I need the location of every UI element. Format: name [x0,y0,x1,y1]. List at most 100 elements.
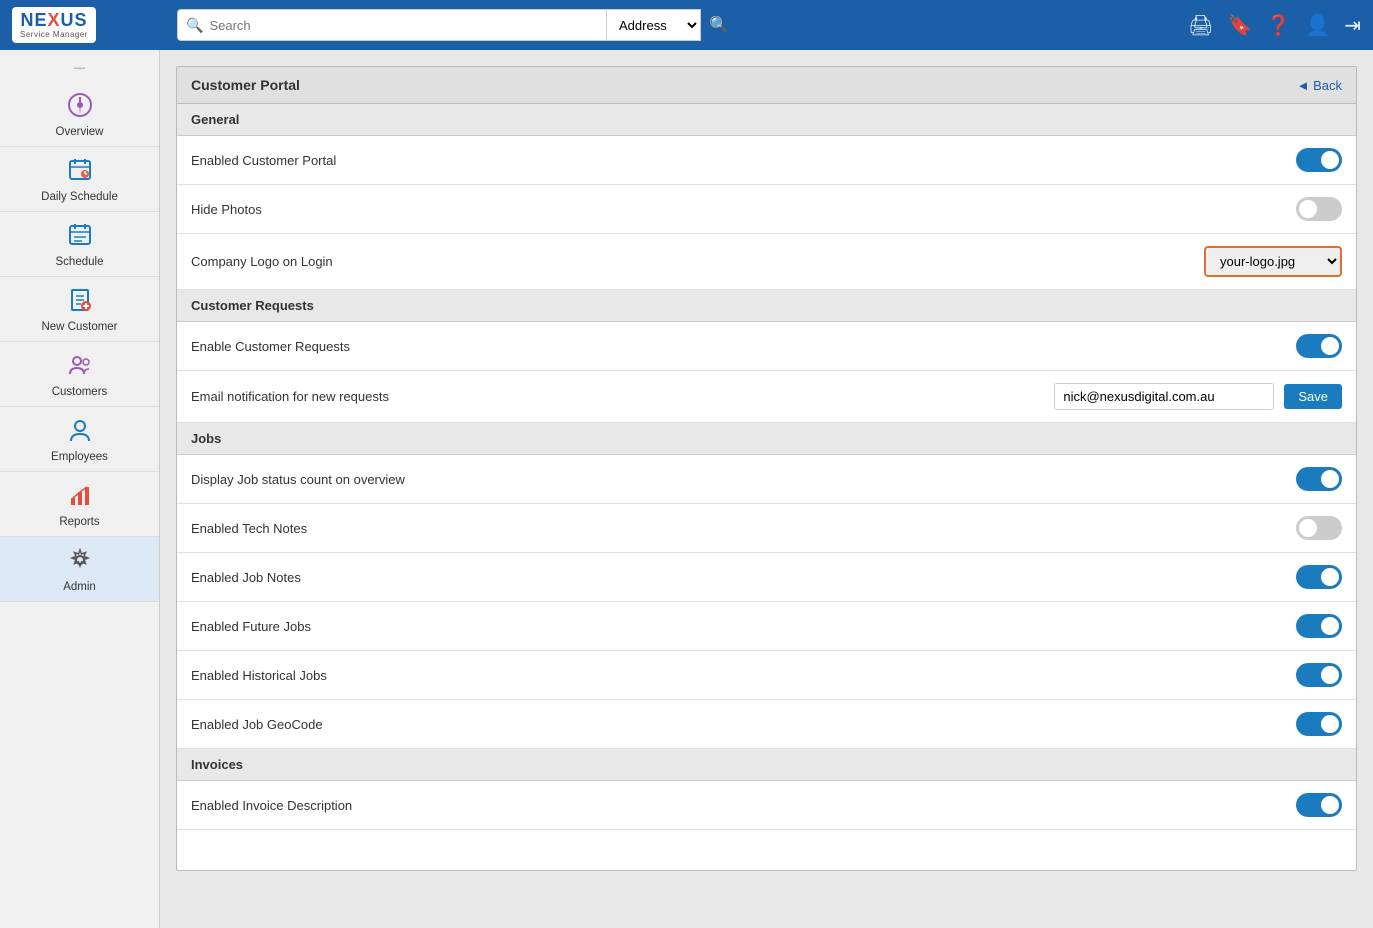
sidebar-item-new-customer[interactable]: New Customer [0,277,159,342]
logout-icon[interactable]: ⇥ [1344,13,1361,38]
search-area: 🔍 Address Customer Job 🔍 [177,9,737,41]
toggle-slider-enabled-future-jobs [1296,614,1342,638]
row-hide-photos: Hide Photos [177,185,1356,234]
label-email-notification: Email notification for new requests [191,389,1054,404]
control-company-logo-on-login: your-logo.jpg none default-logo.png [1204,246,1342,277]
toggle-enabled-invoice-description[interactable] [1296,793,1342,817]
sidebar-item-schedule[interactable]: Schedule [0,212,159,277]
toggle-enabled-historical-jobs[interactable] [1296,663,1342,687]
section-general: General [177,104,1356,136]
customers-icon [67,352,93,382]
search-go-button[interactable]: 🔍 [701,9,737,41]
label-display-job-status-count: Display Job status count on overview [191,472,1296,487]
row-enabled-tech-notes: Enabled Tech Notes [177,504,1356,553]
search-icon: 🔍 [186,17,203,34]
admin-icon [67,547,93,577]
schedule-icon [67,222,93,252]
employees-icon [67,417,93,447]
control-enabled-job-geocode [1296,712,1342,736]
toggle-slider-display-job-status-count [1296,467,1342,491]
section-customer-requests: Customer Requests [177,290,1356,322]
logo-box: NEXUS Service Manager [12,7,96,44]
sidebar-item-customers[interactable]: Customers [0,342,159,407]
toggle-enabled-tech-notes[interactable] [1296,516,1342,540]
sidebar-label-customers: Customers [52,386,108,398]
sidebar-label-new-customer: New Customer [41,321,117,333]
row-enabled-job-geocode: Enabled Job GeoCode [177,700,1356,749]
logo-sub: Service Manager [20,31,88,40]
logo-select[interactable]: your-logo.jpg none default-logo.png [1204,246,1342,277]
label-enabled-customer-portal: Enabled Customer Portal [191,153,1296,168]
toggle-display-job-status-count[interactable] [1296,467,1342,491]
toggle-slider-enabled-job-notes [1296,565,1342,589]
control-enabled-future-jobs [1296,614,1342,638]
control-enabled-job-notes [1296,565,1342,589]
toggle-enabled-customer-portal[interactable] [1296,148,1342,172]
row-enabled-future-jobs: Enabled Future Jobs [177,602,1356,651]
toggle-slider-hide-photos [1296,197,1342,221]
sidebar-item-employees[interactable]: Employees [0,407,159,472]
user-icon[interactable]: 👤 [1305,13,1330,38]
customer-portal-panel: Customer Portal ◄ Back General Enabled C… [176,66,1357,871]
panel-title: Customer Portal [191,77,300,93]
control-enable-customer-requests [1296,334,1342,358]
sidebar-label-daily-schedule: Daily Schedule [41,191,118,203]
section-invoices: Invoices [177,749,1356,781]
app-body: — Overview Daily Schedule Schedule New C… [0,50,1373,928]
sidebar-label-employees: Employees [51,451,108,463]
new-customer-icon [67,287,93,317]
toggle-slider-enabled-historical-jobs [1296,663,1342,687]
toggle-hide-photos[interactable] [1296,197,1342,221]
sidebar-collapse-button[interactable]: — [0,58,159,78]
main-content: Customer Portal ◄ Back General Enabled C… [160,50,1373,928]
sidebar-item-reports[interactable]: Reports [0,472,159,537]
toggle-enabled-job-notes[interactable] [1296,565,1342,589]
control-enabled-customer-portal [1296,148,1342,172]
toggle-enable-customer-requests[interactable] [1296,334,1342,358]
row-enable-customer-requests: Enable Customer Requests [177,322,1356,371]
toggle-slider-enabled-tech-notes [1296,516,1342,540]
label-enable-customer-requests: Enable Customer Requests [191,339,1296,354]
overview-icon [67,92,93,122]
label-enabled-tech-notes: Enabled Tech Notes [191,521,1296,536]
bookmark-icon[interactable]: 🔖 [1228,13,1253,38]
label-company-logo-on-login: Company Logo on Login [191,254,1204,269]
reports-icon [67,482,93,512]
header-actions: 🖨 🔖 ❓ 👤 ⇥ [1188,13,1361,38]
logo-area: NEXUS Service Manager [12,7,167,44]
toggle-slider-enabled-job-geocode [1296,712,1342,736]
label-enabled-job-notes: Enabled Job Notes [191,570,1296,585]
sidebar-label-schedule: Schedule [56,256,104,268]
toggle-enabled-job-geocode[interactable] [1296,712,1342,736]
row-enabled-historical-jobs: Enabled Historical Jobs [177,651,1356,700]
sidebar-item-daily-schedule[interactable]: Daily Schedule [0,147,159,212]
sidebar-item-admin[interactable]: Admin [0,537,159,602]
sidebar: — Overview Daily Schedule Schedule New C… [0,50,160,928]
row-enabled-invoice-description: Enabled Invoice Description [177,781,1356,830]
row-display-job-status-count: Display Job status count on overview [177,455,1356,504]
row-enabled-customer-portal: Enabled Customer Portal [177,136,1356,185]
print-icon[interactable]: 🖨 [1188,13,1213,38]
control-hide-photos [1296,197,1342,221]
top-header: NEXUS Service Manager 🔍 Address Customer… [0,0,1373,50]
row-empty-bottom [177,830,1356,870]
daily-schedule-icon [67,157,93,187]
row-enabled-job-notes: Enabled Job Notes [177,553,1356,602]
search-type-select[interactable]: Address Customer Job [606,9,701,41]
sidebar-label-overview: Overview [56,126,104,138]
help-icon[interactable]: ❓ [1266,13,1291,38]
label-enabled-job-geocode: Enabled Job GeoCode [191,717,1296,732]
label-enabled-future-jobs: Enabled Future Jobs [191,619,1296,634]
control-enabled-historical-jobs [1296,663,1342,687]
email-save-button[interactable]: Save [1284,384,1342,409]
control-enabled-invoice-description [1296,793,1342,817]
toggle-enabled-future-jobs[interactable] [1296,614,1342,638]
sidebar-item-overview[interactable]: Overview [0,82,159,147]
email-notification-input[interactable] [1054,383,1274,410]
search-input[interactable] [209,18,598,33]
back-button[interactable]: ◄ Back [1297,78,1342,93]
label-enabled-invoice-description: Enabled Invoice Description [191,798,1296,813]
sidebar-label-reports: Reports [59,516,99,528]
toggle-slider-enabled-invoice-description [1296,793,1342,817]
row-company-logo-on-login: Company Logo on Login your-logo.jpg none… [177,234,1356,290]
